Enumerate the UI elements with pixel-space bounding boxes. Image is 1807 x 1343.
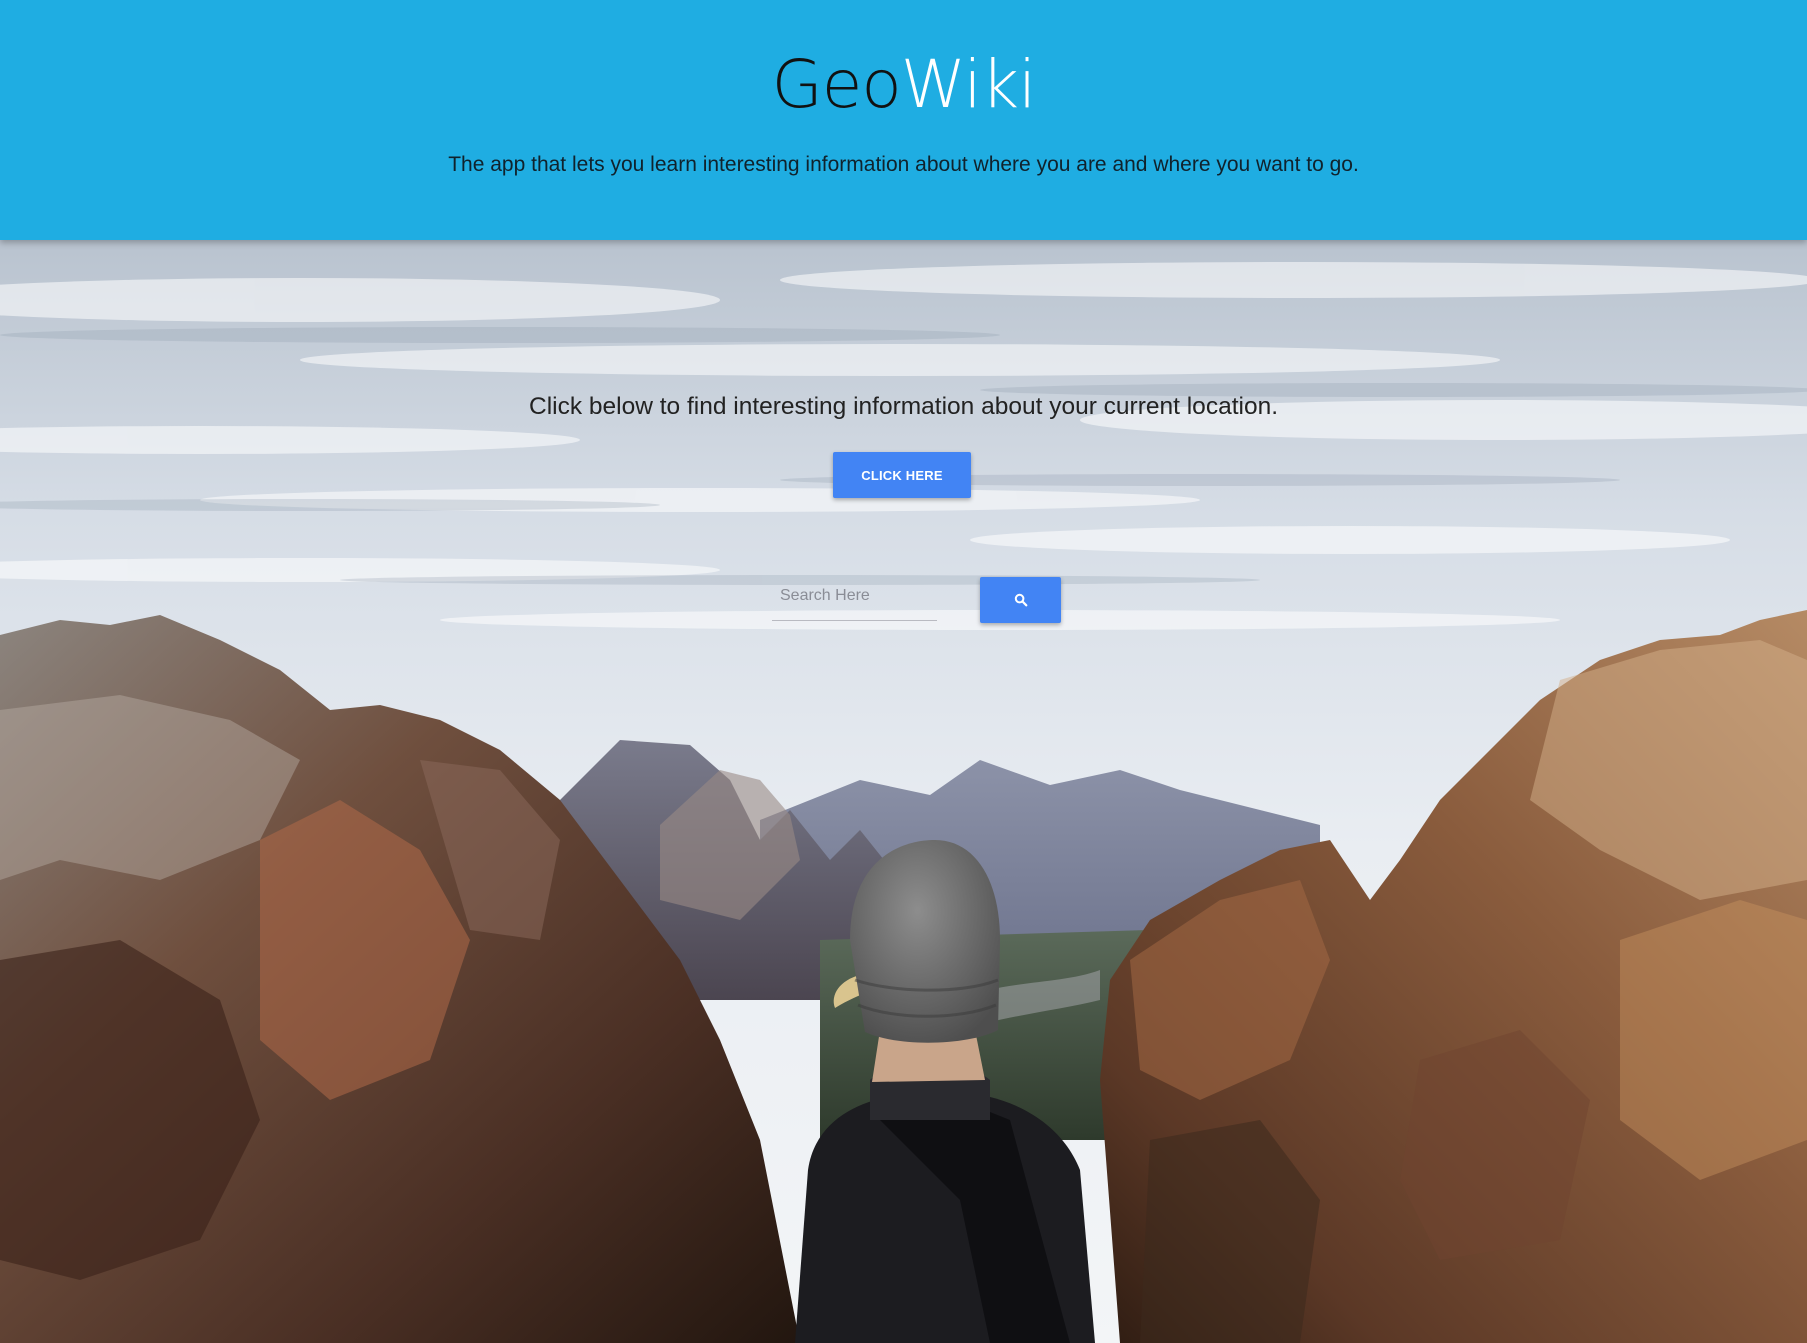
click-here-button[interactable]: CLICK HERE xyxy=(833,452,971,498)
hero-section: Click below to find interesting informat… xyxy=(0,240,1807,1343)
search-icon xyxy=(1014,593,1027,607)
app-title-geo: Geo xyxy=(771,46,902,123)
search-input[interactable] xyxy=(778,580,937,612)
app-title-wiki: Wiki xyxy=(900,46,1037,123)
location-prompt: Click below to find interesting informat… xyxy=(529,393,1278,420)
app-header: GeoWiki The app that lets you learn inte… xyxy=(0,0,1807,240)
search-field xyxy=(772,572,937,621)
app-title: GeoWiki xyxy=(0,45,1807,125)
app-tagline: The app that lets you learn interesting … xyxy=(448,153,1359,176)
search-button[interactable] xyxy=(980,577,1061,623)
page: GeoWiki The app that lets you learn inte… xyxy=(0,0,1807,1343)
